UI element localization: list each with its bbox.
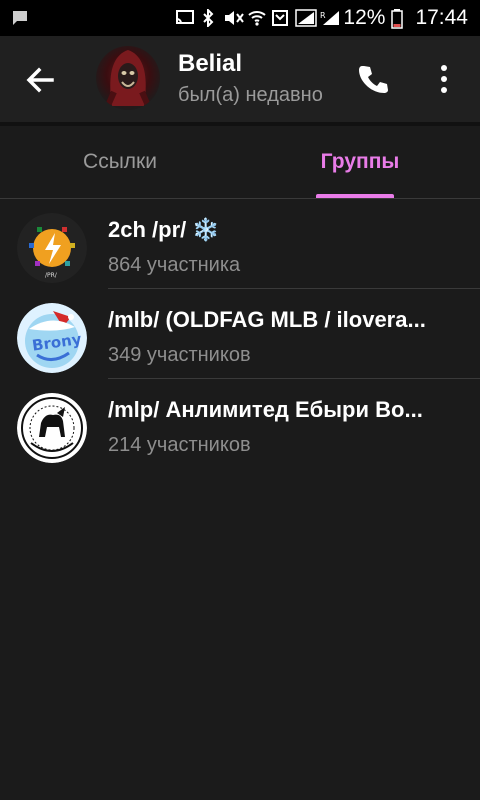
clock: 17:44 [415,6,468,29]
more-options-icon[interactable] [432,62,456,96]
status-icons: R 12% 17:44 [175,0,468,36]
active-tab-indicator [316,194,394,198]
wifi-icon [247,9,267,27]
signal-roaming-icon: R [319,9,340,27]
group-avatar: /PR/ [17,213,87,283]
mute-icon [223,9,245,27]
signal-icon [295,9,318,27]
group-members-count: 214 участников [108,434,251,456]
chat-header: Belial был(а) недавно [0,36,480,126]
group-members-count: 864 участника [108,254,241,276]
back-arrow-icon[interactable] [22,62,58,98]
tab-links[interactable]: Ссылки [0,126,240,198]
avatar[interactable] [96,46,160,110]
message-notification-icon [10,8,30,33]
contact-name[interactable]: Belial [178,50,242,78]
group-avatar [17,393,87,463]
tab-groups[interactable]: Группы [240,126,480,198]
list-item[interactable]: Brony /mlb/ (OLDFAG MLB / ilovera... 349… [0,289,480,379]
last-seen-status: был(а) недавно [178,84,323,106]
group-title: /mlp/ Анлимитед Ебыри Во... [108,397,423,422]
media-tabs: Ссылки Группы [0,126,480,199]
group-title: /mlb/ (OLDFAG MLB / ilovera... [108,307,426,332]
phone-call-icon[interactable] [356,62,390,96]
bluetooth-icon [199,7,217,29]
groups-list: /PR/ 2ch /pr/ ❄️ 864 участника Brony /ml… [0,199,480,469]
battery-icon [391,9,409,29]
status-bar: R 12% 17:44 [0,0,480,36]
battery-percent: 12% [343,6,386,29]
list-item[interactable]: /mlp/ Анлимитед Ебыри Во... 214 участник… [0,379,480,469]
group-title: 2ch /pr/ ❄️ [108,217,220,242]
svg-text:/PR/: /PR/ [45,272,58,279]
group-members-count: 349 участников [108,344,251,366]
group-avatar: Brony [17,303,87,373]
sim-icon [271,9,289,27]
cast-icon [175,9,195,27]
list-item[interactable]: /PR/ 2ch /pr/ ❄️ 864 участника [0,199,480,289]
svg-text:R: R [320,11,326,20]
